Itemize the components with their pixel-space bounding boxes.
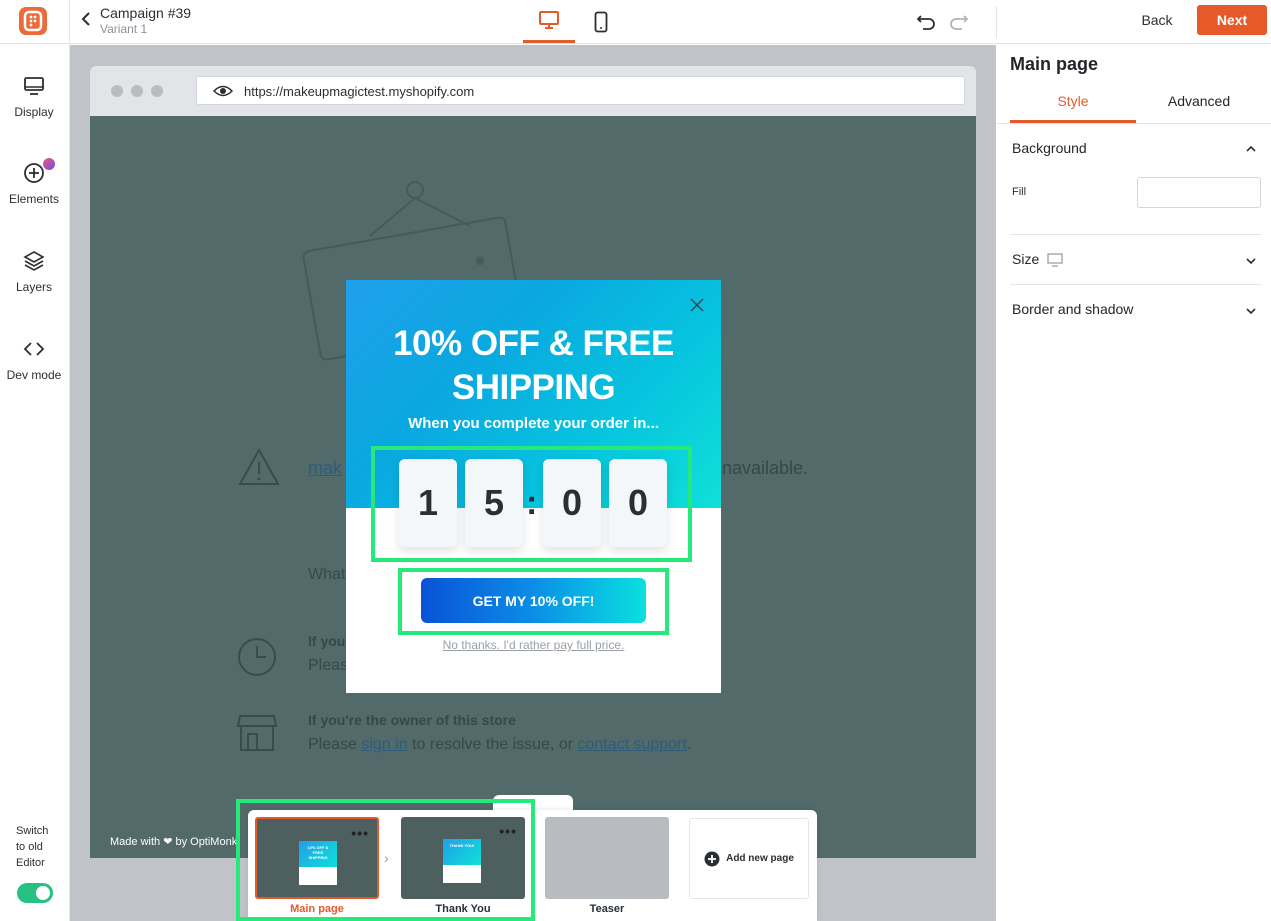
browser-toolbar: https://makeupmagictest.myshopify.com bbox=[90, 66, 976, 116]
section-background[interactable]: Background bbox=[1012, 140, 1087, 156]
monitor-icon bbox=[24, 77, 44, 95]
desktop-icon bbox=[1047, 253, 1063, 267]
notification-dot bbox=[43, 158, 55, 170]
url-text: https://makeupmagictest.myshopify.com bbox=[244, 84, 475, 99]
sidebar-item-label: Layers bbox=[15, 280, 53, 294]
resolve-line: Please sign in to resolve the issue, or … bbox=[308, 736, 691, 754]
undo-icon[interactable] bbox=[915, 10, 937, 37]
back-button[interactable]: Back bbox=[1128, 6, 1186, 34]
highlight-cta bbox=[398, 568, 669, 635]
desktop-icon bbox=[539, 11, 559, 29]
sidebar-item-label: Display bbox=[14, 105, 54, 119]
tab-divider bbox=[997, 123, 1271, 124]
owner-heading: If you're the owner of this store bbox=[308, 712, 516, 728]
chevron-down-icon[interactable] bbox=[1244, 256, 1258, 266]
made-with-optimonk[interactable]: Made with ❤ by OptiMonk bbox=[110, 835, 237, 848]
variant-label: Variant 1 bbox=[100, 22, 148, 36]
url-bar: https://makeupmagictest.myshopify.com bbox=[196, 76, 965, 105]
highlight-countdown bbox=[371, 446, 692, 562]
what-text: What bbox=[308, 566, 346, 583]
plus-circle-icon bbox=[704, 851, 720, 866]
section-border-shadow[interactable]: Border and shadow bbox=[1012, 301, 1133, 317]
window-dot bbox=[111, 85, 123, 97]
back-chevron-icon[interactable] bbox=[78, 10, 94, 28]
please-text: Please bbox=[308, 736, 357, 753]
storefront-icon bbox=[236, 715, 278, 751]
plus-circle-icon bbox=[24, 163, 44, 183]
layers-icon bbox=[23, 251, 45, 271]
section-size[interactable]: Size bbox=[1012, 251, 1063, 267]
sidebar-item-label: Dev mode bbox=[6, 368, 62, 382]
decline-link[interactable]: No thanks. I'd rather pay full price. bbox=[346, 638, 721, 652]
resolve-text: to resolve the issue, or bbox=[412, 736, 574, 753]
unavailable-text: navailable. bbox=[722, 458, 809, 478]
code-icon bbox=[23, 342, 45, 356]
period-text: . bbox=[686, 736, 692, 753]
switch-editor-toggle[interactable] bbox=[17, 883, 53, 903]
warning-icon bbox=[238, 448, 280, 485]
contact-support-link[interactable]: contact support bbox=[578, 736, 687, 753]
sidebar-item-elements[interactable]: Elements bbox=[0, 162, 68, 206]
desktop-preview-button[interactable] bbox=[523, 0, 575, 43]
section-divider bbox=[1010, 234, 1261, 235]
sign-in-link[interactable]: sign in bbox=[361, 736, 407, 753]
mobile-preview-button[interactable] bbox=[580, 0, 622, 43]
page-label-teaser[interactable]: Teaser bbox=[545, 903, 669, 915]
sidebar-item-label: Elements bbox=[8, 192, 60, 206]
panel-title: Main page bbox=[1010, 54, 1099, 74]
chevron-down-icon[interactable] bbox=[1244, 306, 1258, 316]
owner-heading-short: If you bbox=[308, 633, 346, 649]
topbar-divider bbox=[996, 6, 997, 38]
window-dot bbox=[151, 85, 163, 97]
sidebar-item-display[interactable]: Display bbox=[0, 75, 68, 119]
popup-headline[interactable]: 10% OFF & FREE SHIPPING bbox=[346, 322, 721, 410]
fill-color-input[interactable] bbox=[1137, 177, 1261, 208]
please-short: Pleas bbox=[308, 657, 349, 674]
close-icon[interactable] bbox=[688, 296, 706, 314]
next-button[interactable]: Next bbox=[1197, 5, 1267, 35]
popup-subtitle[interactable]: When you complete your order in... bbox=[346, 415, 721, 432]
highlight-pages bbox=[236, 799, 535, 921]
eye-icon bbox=[213, 85, 233, 97]
toggle-knob bbox=[36, 886, 50, 900]
switch-editor-label: Switch to old Editor bbox=[16, 825, 49, 869]
store-link[interactable]: mak bbox=[308, 458, 342, 479]
tab-style[interactable]: Style bbox=[1010, 85, 1136, 123]
chevron-up-icon[interactable] bbox=[1244, 144, 1258, 154]
section-size-label: Size bbox=[1012, 251, 1040, 267]
sidebar-item-dev-mode[interactable]: Dev mode bbox=[0, 338, 68, 382]
tab-advanced[interactable]: Advanced bbox=[1136, 85, 1262, 123]
clock-icon bbox=[238, 638, 276, 676]
add-new-page-button[interactable]: Add new page bbox=[689, 818, 809, 899]
section-divider bbox=[1010, 284, 1261, 285]
window-dot bbox=[131, 85, 143, 97]
optimonk-logo[interactable] bbox=[19, 7, 47, 35]
fill-label: Fill bbox=[1012, 186, 1027, 198]
sidebar-item-layers[interactable]: Layers bbox=[0, 250, 68, 294]
page-thumb-teaser[interactable] bbox=[545, 817, 669, 899]
redo-icon[interactable] bbox=[948, 10, 970, 37]
campaign-title: Campaign #39 bbox=[100, 5, 192, 21]
add-new-page-label: Add new page bbox=[726, 853, 794, 864]
mobile-icon bbox=[594, 11, 608, 32]
